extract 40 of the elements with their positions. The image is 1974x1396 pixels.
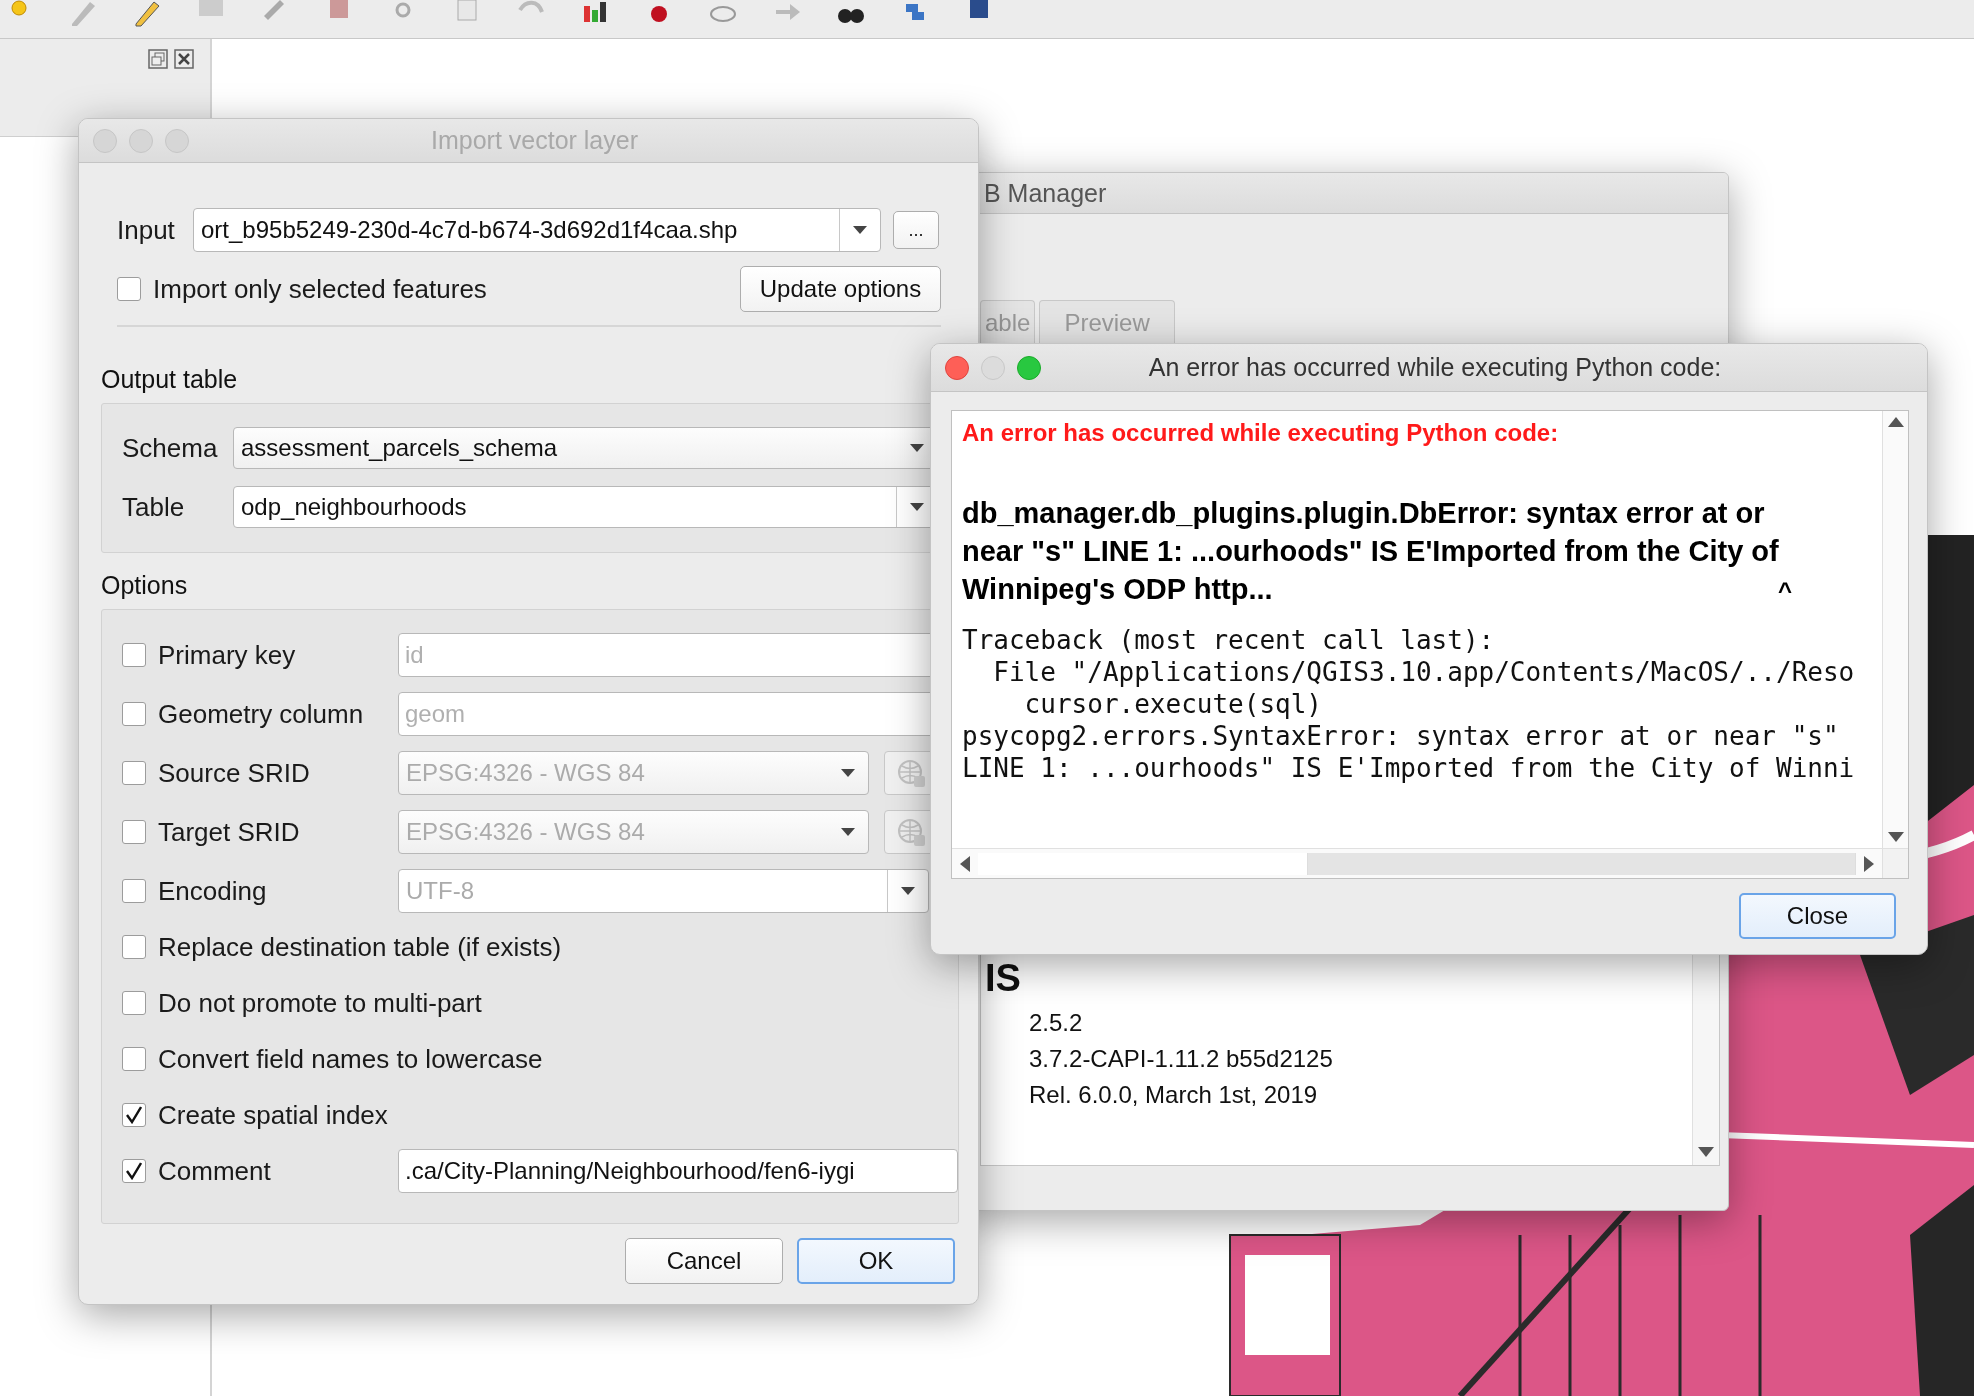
option-label: Target SRID <box>158 816 300 848</box>
table-label: Table <box>122 491 185 523</box>
option-label: Convert field names to lowercase <box>158 1043 543 1075</box>
window-title: Import vector layer <box>430 126 639 155</box>
option-label: Create spatial index <box>158 1099 388 1131</box>
ok-button[interactable]: OK <box>797 1238 955 1284</box>
option-label: Source SRID <box>158 757 310 789</box>
schema-label: Schema <box>122 432 218 464</box>
error-message: db_manager.db_plugins.plugin.DbError: syntax error at or <box>962 496 1765 531</box>
option-label: Primary key <box>158 639 296 671</box>
info-heading: IS <box>985 957 1022 1001</box>
error-message: near "s" LINE 1: ...ourhoods" IS E'Imported from the City of <box>962 534 1779 569</box>
traceback-line: Traceback (most recent call last): <box>962 624 1496 656</box>
option-label: Do not promote to multi-part <box>158 987 482 1019</box>
option-label: Replace destination table (if exists) <box>158 931 562 963</box>
option-label: Comment <box>158 1155 271 1187</box>
option-label: Import only selected features <box>153 273 487 305</box>
section-title: Output table <box>101 365 239 395</box>
window-title: B Manager <box>984 178 1107 208</box>
option-label: Encoding <box>158 875 267 907</box>
browse-button[interactable]: ... <box>893 211 939 249</box>
input-dropdown[interactable]: ort_b95b5249-230d-4c7d-b674-3d692d1f4caa.shp <box>193 208 881 252</box>
option-label: Geometry column <box>158 698 364 730</box>
info-text: 3.7.2-CAPI-1.11.2 b55d2125 <box>1029 1044 1334 1074</box>
traceback-line: psycopg2.errors.SyntaxError: syntax error at or near "s" <box>962 720 1840 752</box>
traceback-line: cursor.execute(sql) <box>1023 688 1324 720</box>
close-button[interactable]: Close <box>1739 893 1896 939</box>
info-text: Rel. 6.0.0, March 1st, 2019 <box>1029 1080 1319 1110</box>
info-text: 2.5.2 <box>1029 1008 1084 1038</box>
input-label: Input <box>117 214 175 246</box>
error-pointer: ^ <box>1778 577 1792 605</box>
section-title: Options <box>101 571 189 601</box>
error-message: Winnipeg's ODP http... <box>962 572 1273 607</box>
traceback-line: LINE 1: ...ourhoods" IS E'Imported from the City of Winni <box>962 752 1856 784</box>
window-title: An error has occurred while executing Python code: <box>1147 353 1723 382</box>
error-heading: An error has occurred while executing Python code: <box>962 419 1560 447</box>
traceback-line: File "/Applications/QGIS3.10.app/Contents/MacOS/../Reso <box>992 656 1856 688</box>
text-field[interactable]: .ca/City-Planning/Neighbourhood/fen6-iygi <box>398 1149 958 1193</box>
update-options-button[interactable]: Update options <box>740 266 941 312</box>
cancel-button[interactable]: Cancel <box>625 1238 783 1284</box>
